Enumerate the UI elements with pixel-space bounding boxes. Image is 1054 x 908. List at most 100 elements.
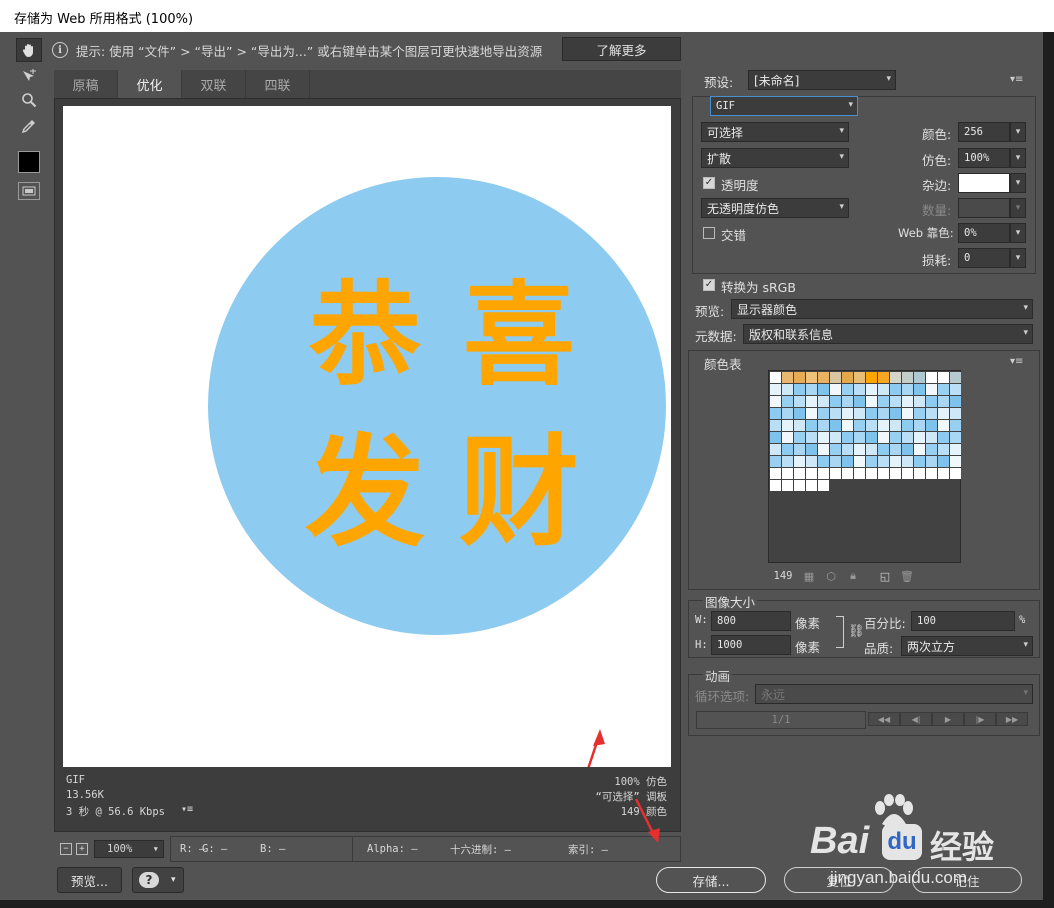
optimize-menu-icon[interactable]: ▾≡	[1010, 74, 1023, 85]
color-swatch[interactable]	[794, 432, 805, 443]
color-swatch[interactable]	[770, 384, 781, 395]
color-swatch[interactable]	[866, 444, 877, 455]
color-swatch[interactable]	[866, 468, 877, 479]
color-swatch[interactable]	[890, 408, 901, 419]
image-preview[interactable]: 恭 喜 发 财	[63, 106, 671, 767]
color-swatch[interactable]	[830, 384, 841, 395]
color-swatch[interactable]	[806, 468, 817, 479]
color-swatch[interactable]	[926, 420, 937, 431]
color-swatch[interactable]	[782, 444, 793, 455]
color-swatch[interactable]	[806, 396, 817, 407]
download-speed-menu-icon[interactable]: ▾≡	[181, 804, 193, 815]
tab-2-up[interactable]: 双联	[182, 70, 246, 98]
color-swatch[interactable]	[794, 420, 805, 431]
color-swatch[interactable]	[794, 396, 805, 407]
transparency-dither-select[interactable]: 无透明度仿色 ▾	[701, 198, 849, 218]
color-swatch[interactable]	[902, 444, 913, 455]
interlaced-checkbox[interactable]	[703, 227, 715, 239]
color-swatch[interactable]	[854, 384, 865, 395]
color-swatch[interactable]	[890, 456, 901, 467]
color-swatch[interactable]	[782, 420, 793, 431]
color-swatch[interactable]	[854, 432, 865, 443]
color-swatch[interactable]	[818, 456, 829, 467]
color-swatch[interactable]	[878, 444, 889, 455]
color-swatch[interactable]	[782, 456, 793, 467]
color-swatch[interactable]	[818, 396, 829, 407]
color-swatch[interactable]	[794, 456, 805, 467]
zoom-in-button[interactable]: +	[76, 843, 88, 855]
help-menu-button[interactable]: ? ▾	[132, 867, 184, 893]
color-swatch[interactable]	[878, 384, 889, 395]
color-swatch[interactable]	[818, 420, 829, 431]
color-swatch[interactable]	[830, 432, 841, 443]
color-swatch[interactable]	[830, 468, 841, 479]
color-swatch[interactable]	[806, 432, 817, 443]
color-swatch[interactable]	[950, 408, 961, 419]
eyedropper-color-swatch[interactable]	[18, 151, 40, 173]
map-web-safe-icon[interactable]: ▦	[798, 570, 820, 583]
slice-select-tool-icon[interactable]	[16, 64, 42, 88]
color-swatch[interactable]	[938, 420, 949, 431]
link-icon[interactable]: ⛓︎	[848, 624, 865, 639]
color-swatch[interactable]	[854, 444, 865, 455]
color-swatch[interactable]	[770, 396, 781, 407]
color-swatch[interactable]	[866, 372, 877, 383]
loop-options-select[interactable]: 永远 ▾	[755, 684, 1033, 704]
color-swatch[interactable]	[890, 372, 901, 383]
color-reduction-select[interactable]: 可选择 ▾	[701, 122, 849, 142]
zoom-tool-icon[interactable]	[16, 88, 42, 112]
color-swatch[interactable]	[818, 444, 829, 455]
colors-input[interactable]: 256	[958, 122, 1010, 142]
color-swatch[interactable]	[914, 456, 925, 467]
color-swatch[interactable]	[938, 468, 949, 479]
color-swatch[interactable]	[926, 384, 937, 395]
color-swatch[interactable]	[770, 372, 781, 383]
matte-dropdown-icon[interactable]: ▾	[1010, 173, 1026, 193]
color-swatch[interactable]	[806, 456, 817, 467]
color-swatch[interactable]	[938, 396, 949, 407]
color-swatch[interactable]	[902, 456, 913, 467]
color-swatch[interactable]	[806, 408, 817, 419]
zoom-out-button[interactable]: −	[60, 843, 72, 855]
color-swatch[interactable]	[926, 444, 937, 455]
eyedropper-tool-icon[interactable]	[16, 114, 42, 138]
color-swatch[interactable]	[842, 396, 853, 407]
color-swatch[interactable]	[818, 408, 829, 419]
tab-4-up[interactable]: 四联	[246, 70, 310, 98]
color-swatch[interactable]	[794, 408, 805, 419]
percent-input[interactable]: 100	[911, 611, 1015, 631]
color-swatch[interactable]	[770, 480, 781, 491]
color-swatch[interactable]	[902, 468, 913, 479]
color-swatch[interactable]	[770, 456, 781, 467]
color-swatch[interactable]	[818, 384, 829, 395]
lossy-dropdown-icon[interactable]: ▾	[1010, 248, 1026, 268]
tab-optimized[interactable]: 优化	[118, 70, 182, 98]
color-swatch[interactable]	[950, 420, 961, 431]
web-snap-dropdown-icon[interactable]: ▾	[1010, 223, 1026, 243]
color-swatch[interactable]	[842, 372, 853, 383]
color-swatch[interactable]	[794, 480, 805, 491]
color-swatch[interactable]	[782, 396, 793, 407]
color-swatch[interactable]	[878, 408, 889, 419]
color-swatch[interactable]	[950, 444, 961, 455]
file-format-select[interactable]: GIF ▾	[710, 96, 858, 116]
color-swatch[interactable]	[854, 456, 865, 467]
color-swatch[interactable]	[782, 468, 793, 479]
amount-dropdown-icon[interactable]: ▾	[1010, 198, 1026, 218]
color-swatch[interactable]	[866, 396, 877, 407]
color-swatch[interactable]	[938, 408, 949, 419]
color-swatch[interactable]	[770, 444, 781, 455]
color-swatch[interactable]	[818, 432, 829, 443]
color-swatch[interactable]	[902, 408, 913, 419]
colors-dropdown-icon[interactable]: ▾	[1010, 122, 1026, 142]
color-swatch[interactable]	[854, 396, 865, 407]
metadata-select[interactable]: 版权和联系信息 ▾	[743, 324, 1033, 344]
color-swatch[interactable]	[866, 456, 877, 467]
preview-mode-select[interactable]: 显示器颜色 ▾	[731, 299, 1033, 319]
color-swatch[interactable]	[902, 372, 913, 383]
preset-select[interactable]: [未命名] ▾	[748, 70, 896, 90]
dither-input[interactable]: 100%	[958, 148, 1010, 168]
color-swatch[interactable]	[926, 396, 937, 407]
tab-original[interactable]: 原稿	[54, 70, 118, 98]
color-swatch[interactable]	[902, 396, 913, 407]
